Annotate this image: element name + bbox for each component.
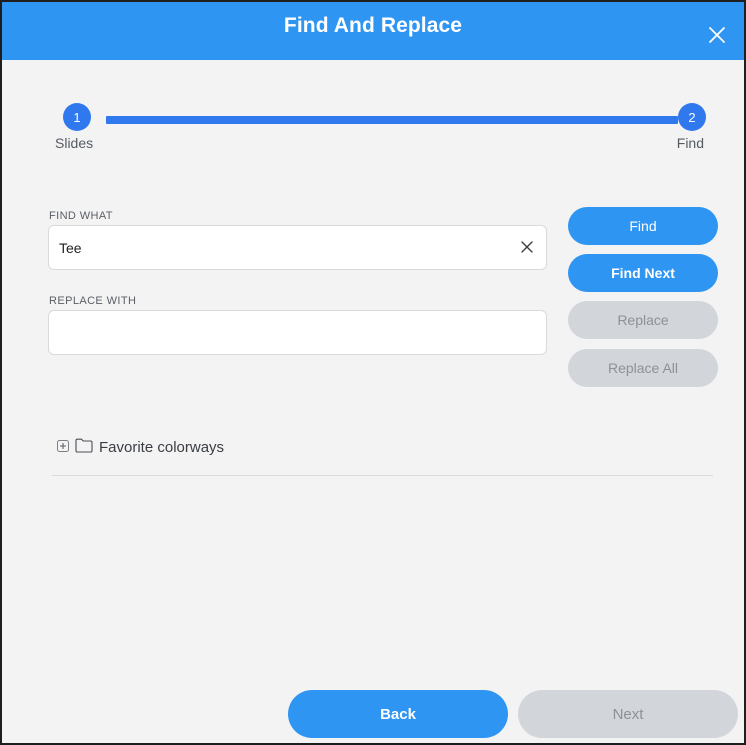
replace-with-label: REPLACE WITH [49,295,137,307]
find-what-label: FIND WHAT [49,210,113,222]
find-button[interactable]: Find [568,207,718,245]
find-replace-dialog: Find And Replace 1 2 Slides Find FIND WH… [0,0,746,745]
replace-with-input[interactable] [59,311,499,354]
plus-square-icon[interactable] [57,439,69,456]
folder-icon [75,438,93,457]
close-icon[interactable] [706,24,728,46]
divider [52,475,713,476]
find-what-field [48,225,547,270]
next-button[interactable]: Next [518,690,738,738]
back-button[interactable]: Back [288,690,508,738]
step-2-label: Find [676,135,704,151]
step-1-indicator: 1 [63,103,91,131]
tree-item-favorite-colorways[interactable]: Favorite colorways [57,438,224,457]
replace-all-button[interactable]: Replace All [568,349,718,387]
replace-with-field [48,310,547,355]
clear-icon[interactable] [520,240,534,254]
title-bar: Find And Replace [2,2,744,60]
find-next-button[interactable]: Find Next [568,254,718,292]
stepper-progress-line [106,116,678,124]
step-2-indicator: 2 [678,103,706,131]
tree-item-label: Favorite colorways [99,439,225,456]
replace-button[interactable]: Replace [568,301,718,339]
step-1-label: Slides [55,135,94,151]
dialog-title: Find And Replace [283,14,463,37]
find-what-input[interactable] [59,226,499,269]
